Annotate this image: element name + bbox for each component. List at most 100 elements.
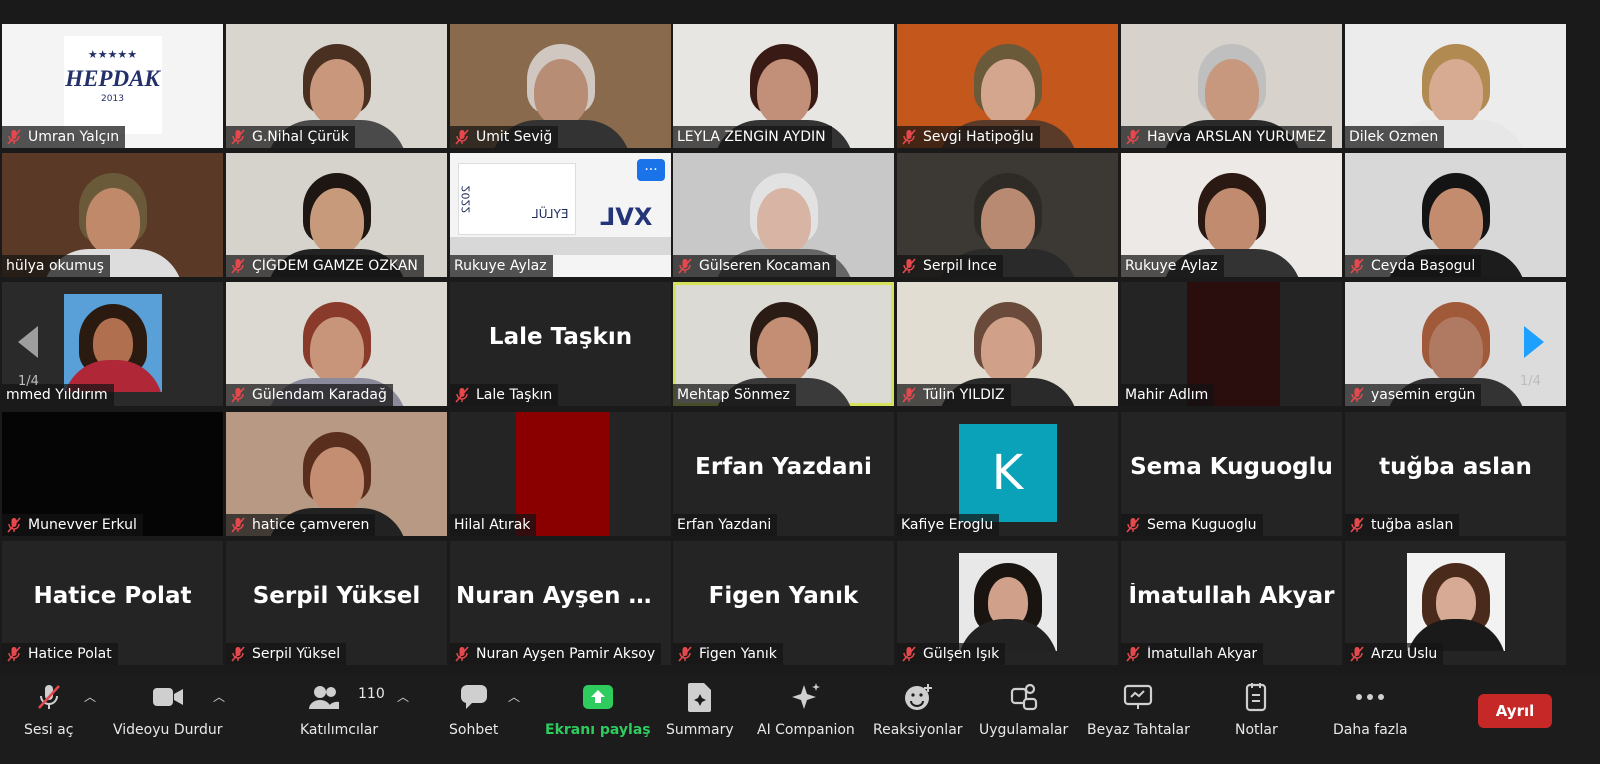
muted-mic-icon: [231, 517, 245, 533]
next-page-arrow-icon[interactable]: [1520, 322, 1546, 362]
participant-name: Mehtap Sönmez: [677, 387, 790, 403]
participant-tile[interactable]: Mehtap Sönmez: [673, 282, 894, 406]
audio-options-caret-icon[interactable]: ︿: [84, 688, 96, 705]
reactions-button[interactable]: Reaksiyonlar: [873, 680, 963, 742]
participant-name-label: Figen Yanık: [673, 643, 783, 665]
meeting-toolbar: Sesi aç ︿ Videoyu Durdur ︿ Katılımcılar …: [0, 676, 1600, 764]
participant-name-label: Havva ARSLAN YÜRÜMEZ: [1121, 126, 1332, 148]
participant-name-label: Arzu Uslu: [1345, 643, 1444, 665]
participant-tile[interactable]: Arzu Uslu: [1345, 541, 1566, 665]
leave-meeting-button[interactable]: Ayrıl: [1478, 694, 1552, 728]
muted-mic-icon: [7, 517, 21, 533]
participant-tile[interactable]: ÇİĞDEM GAMZE ÖZKAN: [226, 153, 447, 277]
participant-name-label: Ceyda Başogul: [1345, 255, 1482, 277]
participant-tile[interactable]: Gülseren Kocaman: [673, 153, 894, 277]
participant-name-label: Sema Kuguoglu: [1121, 514, 1263, 536]
participant-tile[interactable]: Ümit Seviğ: [450, 24, 671, 148]
notes-button[interactable]: Notlar: [1235, 680, 1278, 742]
participant-name-label: Dilek Özmen: [1345, 126, 1445, 148]
participant-tile[interactable]: Munevver Erkul: [2, 412, 223, 536]
participant-tile[interactable]: ★★★★★ HEPDAK 2013 Ümran Yalçın: [2, 24, 223, 148]
participant-name: Gülşen Işık: [923, 646, 1000, 662]
participant-tile[interactable]: Erfan Yazdani Erfan Yazdani: [673, 412, 894, 536]
participants-label: Katılımcılar: [300, 722, 379, 738]
participant-name-label: Sevgi Hatipoğlu: [897, 126, 1040, 148]
notes-icon: [1239, 680, 1273, 714]
participants-options-caret-icon[interactable]: ︿: [397, 688, 409, 705]
participant-name: yasemin ergün: [1371, 387, 1476, 403]
participant-name-label: Gülşen Işık: [897, 643, 1006, 665]
participant-tile[interactable]: Ceyda Başogul: [1345, 153, 1566, 277]
participant-tile[interactable]: Serpil İnce: [897, 153, 1118, 277]
participant-name-label: Munevver Erkul: [2, 514, 143, 536]
chat-label: Sohbet: [449, 722, 499, 738]
apps-button[interactable]: Uygulamalar: [979, 680, 1068, 742]
participant-name-label: LEYLA ZENGİN AYDIN: [673, 126, 832, 148]
participant-name-label: Tülin YILDIZ: [897, 384, 1011, 406]
unmute-label: Sesi aç: [24, 722, 74, 738]
chat-options-caret-icon[interactable]: ︿: [508, 688, 520, 705]
participant-tile[interactable]: Sema Kuguoglu Sema Kuguoglu: [1121, 412, 1342, 536]
more-button[interactable]: Daha fazla: [1333, 680, 1408, 742]
more-options-button[interactable]: ···: [637, 159, 665, 181]
video-options-caret-icon[interactable]: ︿: [213, 688, 225, 705]
apps-icon: [1007, 680, 1041, 714]
participant-name: hatice çamveren: [252, 517, 370, 533]
participant-name: ÇİĞDEM GAMZE ÖZKAN: [252, 258, 418, 274]
whiteboards-button[interactable]: Beyaz Tahtalar: [1087, 680, 1190, 742]
participant-name-label: tuğba aslan: [1345, 514, 1460, 536]
participant-tile[interactable]: G.Nihal Çürük: [226, 24, 447, 148]
participant-tile[interactable]: Lale Taşkın Lale Taşkın: [450, 282, 671, 406]
participant-tile[interactable]: EYLÜL 2022 XVL ··· Rukuye Aylaz: [450, 153, 671, 277]
chat-button[interactable]: Sohbet: [449, 680, 498, 742]
participant-tile[interactable]: Serpil Yüksel Serpil Yüksel: [226, 541, 447, 665]
participant-tile[interactable]: Havva ARSLAN YÜRÜMEZ: [1121, 24, 1342, 148]
participants-count: 110: [358, 686, 385, 702]
participant-display-name: Hatice Polat: [33, 583, 192, 609]
participant-tile[interactable]: Hatice Polat Hatice Polat: [2, 541, 223, 665]
muted-mic-icon: [902, 387, 916, 403]
whiteboards-label: Beyaz Tahtalar: [1087, 722, 1190, 738]
participant-name: Rukuye Aylaz: [454, 258, 547, 274]
participant-name-label: Gülseren Kocaman: [673, 255, 837, 277]
participant-name-label: hülya okumuş: [2, 255, 110, 277]
participant-name: Erfan Yazdani: [677, 517, 772, 533]
participant-name: Munevver Erkul: [28, 517, 137, 533]
participant-tile[interactable]: tuğba aslan tuğba aslan: [1345, 412, 1566, 536]
participant-name-label: Erfan Yazdani: [673, 514, 778, 536]
participant-name: G.Nihal Çürük: [252, 129, 349, 145]
participant-name: Gülseren Kocaman: [699, 258, 831, 274]
participant-name-label: Serpil Yüksel: [226, 643, 347, 665]
participant-tile[interactable]: Mahir Adlım: [1121, 282, 1342, 406]
participant-tile[interactable]: Hilal Atırak: [450, 412, 671, 536]
participant-tile[interactable]: LEYLA ZENGİN AYDIN: [673, 24, 894, 148]
participant-name: Havva ARSLAN YÜRÜMEZ: [1147, 129, 1326, 145]
participant-tile[interactable]: Gülşen Işık: [897, 541, 1118, 665]
share-screen-button[interactable]: Ekranı paylaş: [545, 680, 651, 742]
participant-tile[interactable]: Figen Yanık Figen Yanık: [673, 541, 894, 665]
muted-mic-icon: [7, 646, 21, 662]
stop-video-button[interactable]: Videoyu Durdur: [113, 680, 223, 742]
summary-label: Summary: [666, 722, 734, 738]
summary-button[interactable]: Summary: [666, 680, 734, 742]
participant-tile[interactable]: Gülendam Karadağ: [226, 282, 447, 406]
whiteboard-icon: [1121, 680, 1155, 714]
participant-tile[interactable]: Tülin YILDIZ: [897, 282, 1118, 406]
participant-name: mmed Yıldırım: [6, 387, 108, 403]
participant-tile[interactable]: İmatullah Akyar İmatullah Akyar: [1121, 541, 1342, 665]
participant-tile[interactable]: Rukuye Aylaz: [1121, 153, 1342, 277]
participant-name-label: Hatice Polat: [2, 643, 118, 665]
participant-tile[interactable]: K Kafiye Eroglu: [897, 412, 1118, 536]
participant-tile[interactable]: hülya okumuş: [2, 153, 223, 277]
previous-page-arrow-icon[interactable]: [14, 322, 40, 362]
unmute-button[interactable]: Sesi aç: [24, 680, 73, 742]
participant-tile[interactable]: hatice çamveren: [226, 412, 447, 536]
chat-bubble-icon: [457, 680, 491, 714]
participant-tile[interactable]: Sevgi Hatipoğlu: [897, 24, 1118, 148]
ai-companion-button[interactable]: AI Companion: [757, 680, 855, 742]
participant-tile[interactable]: Dilek Özmen: [1345, 24, 1566, 148]
participant-display-name: tuğba aslan: [1379, 454, 1532, 480]
muted-mic-icon: [455, 387, 469, 403]
participant-tile[interactable]: Nuran Ayşen Pa... Nuran Ayşen Pamir Aksoy: [450, 541, 671, 665]
muted-mic-icon: [231, 258, 245, 274]
